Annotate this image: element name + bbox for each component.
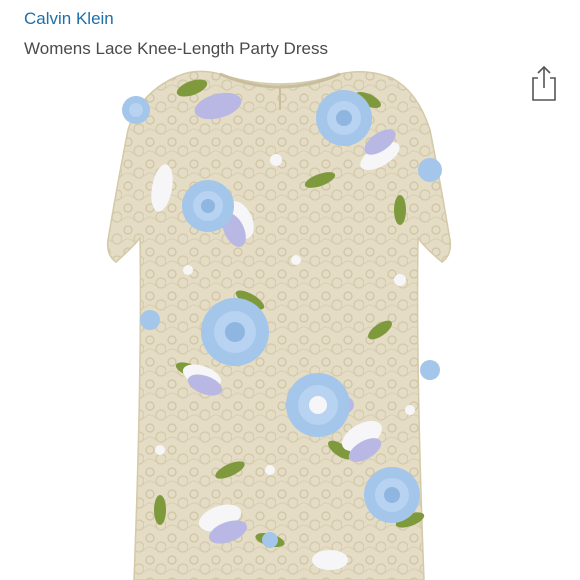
product-title: Womens Lace Knee-Length Party Dress (24, 39, 328, 58)
share-icon[interactable] (530, 64, 558, 102)
product-image[interactable] (100, 70, 460, 580)
brand-link[interactable]: Calvin Klein (24, 9, 114, 29)
